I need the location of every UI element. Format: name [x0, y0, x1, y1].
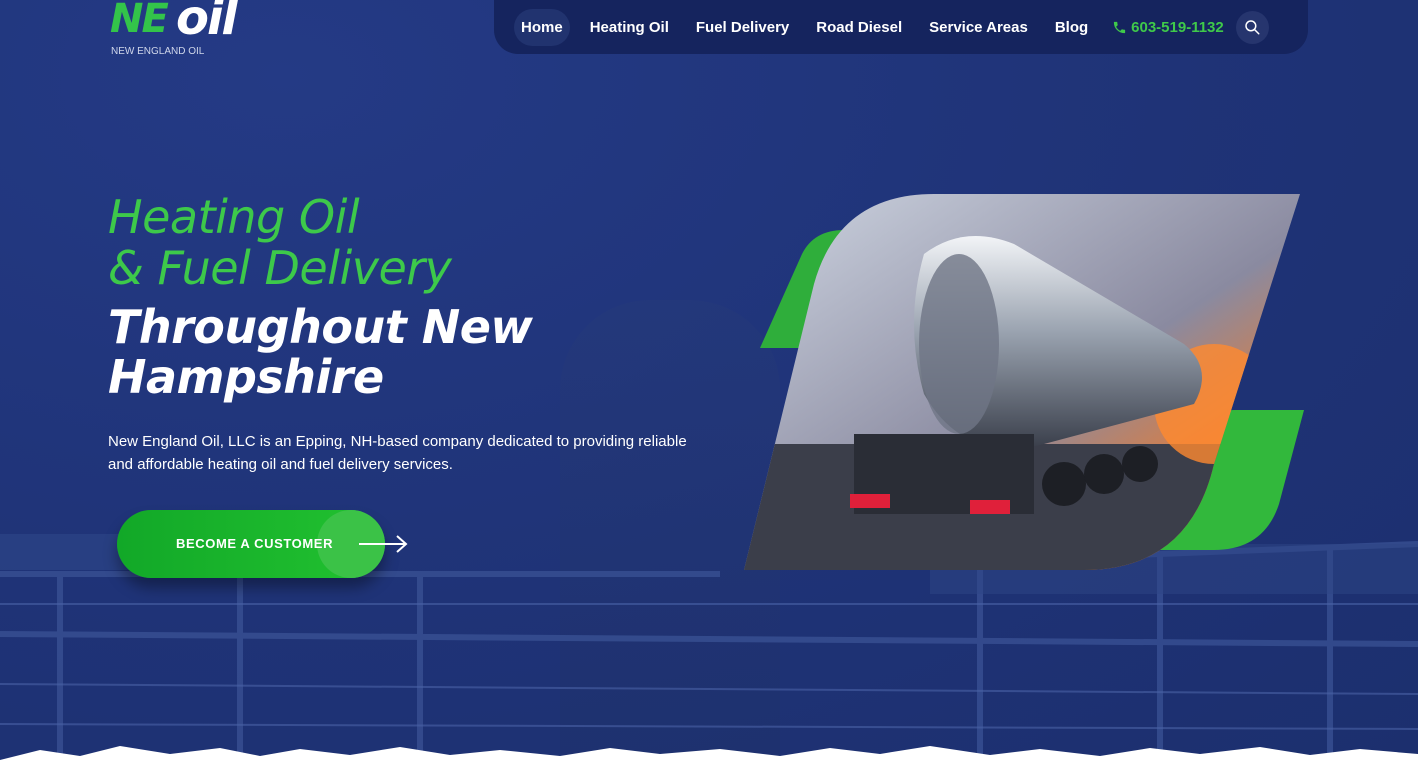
nav-item-service-areas[interactable]: Service Areas	[922, 9, 1035, 46]
phone-number: 603-519-1132	[1131, 18, 1224, 36]
phone-link[interactable]: 603-519-1132	[1112, 19, 1224, 36]
hero-heading-line1: Heating Oil	[108, 190, 360, 244]
logo-mark-ne: NE	[110, 0, 169, 42]
cta-label: BECOME A CUSTOMER	[176, 536, 334, 551]
hero-heading-green: Heating Oil & Fuel Delivery	[108, 190, 452, 295]
logo-subtitle: NEW ENGLAND OIL	[111, 46, 205, 57]
become-customer-button[interactable]: BECOME A CUSTOMER	[117, 510, 408, 578]
hero-description: New England Oil, LLC is an Epping, NH-ba…	[108, 433, 687, 473]
search-icon	[1245, 20, 1260, 35]
nav-item-home[interactable]: Home	[514, 8, 570, 46]
hero-heading-line2: & Fuel Delivery	[108, 241, 452, 295]
nav-item-heating-oil[interactable]: Heating Oil	[583, 9, 676, 46]
nav-item-road-diesel[interactable]: Road Diesel	[809, 9, 909, 46]
arrow-right-icon	[359, 535, 408, 553]
nav-item-fuel-delivery[interactable]: Fuel Delivery	[689, 9, 796, 46]
fuel-truck-image	[744, 194, 1308, 570]
phone-icon	[1114, 21, 1126, 33]
site-logo[interactable]: NE oil NEW ENGLAND OIL	[110, 0, 260, 62]
nav-item-blog[interactable]: Blog	[1048, 9, 1095, 46]
search-button[interactable]	[1235, 10, 1269, 44]
hero-heading-white: Throughout New Hampshire	[108, 300, 533, 404]
torn-edge-divider	[0, 746, 1418, 764]
logo-mark-oil: oil	[176, 0, 238, 46]
main-nav: Home Heating Oil Fuel Delivery Road Dies…	[494, 0, 1308, 54]
